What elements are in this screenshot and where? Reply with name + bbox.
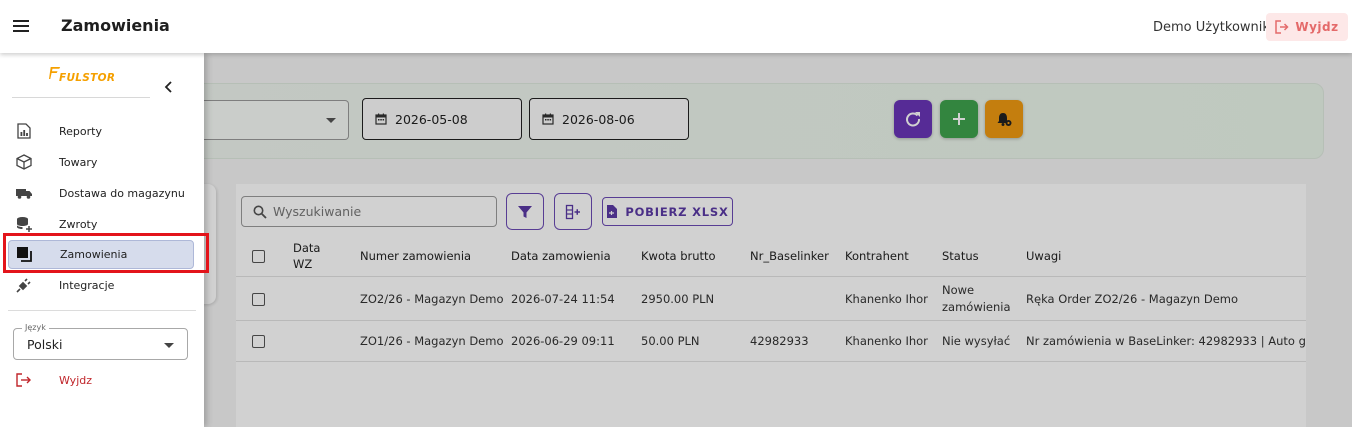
- report-icon: [17, 123, 31, 139]
- database-plus-icon: [17, 217, 32, 232]
- fulstor-logo: FULSTOR: [49, 66, 119, 88]
- chevron-down-icon: [164, 343, 174, 348]
- logout-icon: [16, 373, 31, 387]
- sidebar-item-label: Zwroty: [59, 217, 98, 231]
- language-select-value: Polski: [27, 337, 63, 352]
- sidebar-logout-item[interactable]: Wyjdz: [8, 366, 194, 394]
- box-icon: [16, 154, 32, 170]
- sidebar-item-integracje[interactable]: Integracje: [8, 271, 194, 299]
- page-title: Zamowienia: [61, 16, 170, 35]
- highlight-box: [3, 233, 209, 273]
- sidebar-item-towary[interactable]: Towary: [8, 148, 194, 176]
- truck-icon: [16, 189, 32, 199]
- plug-icon: [16, 278, 31, 293]
- sidebar-divider: [8, 310, 196, 311]
- language-select-label: Język: [22, 323, 49, 332]
- logo-divider: [12, 97, 150, 98]
- app-bar: Zamowienia Demo Użytkownik Wyjdz: [0, 0, 1352, 53]
- collapse-drawer-button[interactable]: [161, 79, 177, 95]
- logo-text: FULSTOR: [59, 72, 116, 84]
- logout-label: Wyjdz: [1295, 20, 1339, 34]
- sidebar-item-label: Integracje: [59, 278, 115, 292]
- logout-icon: [1275, 20, 1289, 34]
- sidebar-item-dostawa[interactable]: Dostawa do magazynu: [8, 179, 194, 207]
- sidebar-item-reporty[interactable]: Reporty: [8, 117, 194, 145]
- hamburger-menu-icon[interactable]: [11, 17, 31, 35]
- sidebar-item-label: Towary: [59, 155, 98, 169]
- chevron-left-icon: [164, 81, 172, 93]
- user-name: Demo Użytkownik: [1153, 20, 1270, 35]
- sidebar-logout-label: Wyjdz: [59, 374, 93, 387]
- language-select[interactable]: Język Polski: [13, 323, 188, 360]
- logout-button[interactable]: Wyjdz: [1266, 13, 1348, 41]
- sidebar-item-label: Reporty: [59, 124, 102, 138]
- sidebar-item-label: Dostawa do magazynu: [59, 186, 185, 200]
